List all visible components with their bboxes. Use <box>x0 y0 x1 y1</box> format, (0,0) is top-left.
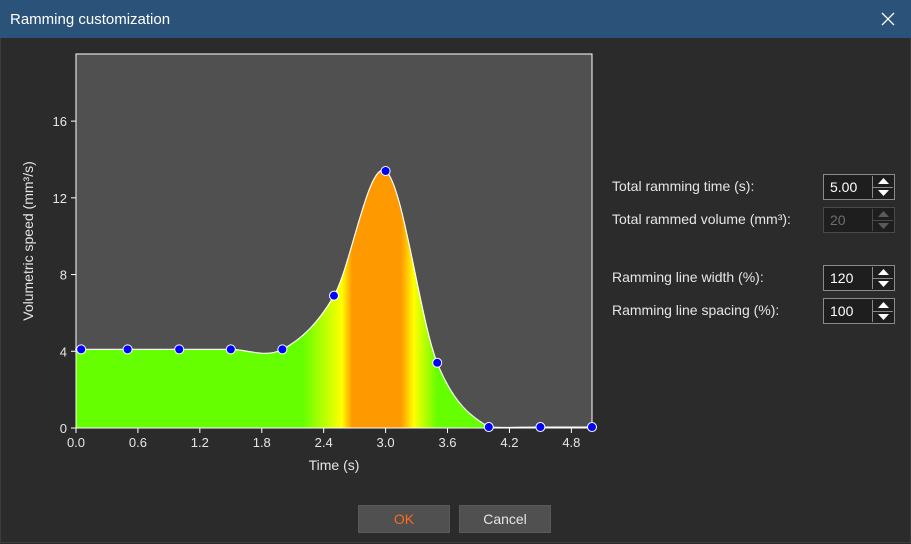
close-button[interactable] <box>865 0 911 38</box>
close-icon <box>881 12 895 26</box>
rammed-volume-increment <box>873 209 893 221</box>
control-point[interactable] <box>432 357 443 368</box>
ramming-time-increment[interactable] <box>873 176 893 188</box>
line-width-label: Ramming line width (%): <box>612 269 764 285</box>
title-bar: Ramming customization <box>0 0 911 38</box>
x-axis-label: Time (s) <box>309 457 360 473</box>
control-point[interactable] <box>277 344 288 355</box>
line-width-value[interactable]: 120 <box>830 270 853 286</box>
x-tick-label: 0.6 <box>129 435 147 450</box>
chevron-up-icon <box>877 178 889 185</box>
cancel-button[interactable]: Cancel <box>459 505 551 533</box>
x-tick-label: 1.2 <box>191 435 209 450</box>
ramming-time-decrement[interactable] <box>873 188 893 199</box>
x-tick-label: 2.4 <box>315 435 333 450</box>
chevron-down-icon <box>877 280 889 287</box>
y-tick-label: 0 <box>60 421 67 436</box>
line-width-spinbox[interactable]: 120 <box>823 265 895 291</box>
chevron-up-icon <box>877 302 889 309</box>
x-tick-label: 0.0 <box>67 435 85 450</box>
chevron-up-icon <box>877 211 889 218</box>
control-point[interactable] <box>122 344 133 355</box>
line-spacing-decrement[interactable] <box>873 312 893 323</box>
line-width-increment[interactable] <box>873 267 893 279</box>
line-spacing-increment[interactable] <box>873 300 893 312</box>
x-tick-label: 4.8 <box>562 435 580 450</box>
x-tick-label: 1.8 <box>253 435 271 450</box>
control-point[interactable] <box>76 344 87 355</box>
ramming-time-label: Total ramming time (s): <box>612 178 755 194</box>
ok-button[interactable]: OK <box>358 505 450 533</box>
control-point[interactable] <box>535 422 546 433</box>
chevron-down-icon <box>877 222 889 229</box>
chevron-down-icon <box>877 189 889 196</box>
chevron-up-icon <box>877 269 889 276</box>
line-spacing-label: Ramming line spacing (%): <box>612 302 780 318</box>
x-tick-label: 4.2 <box>500 435 518 450</box>
line-width-decrement[interactable] <box>873 279 893 290</box>
rammed-volume-label: Total rammed volume (mm³): <box>612 211 791 227</box>
chevron-down-icon <box>877 313 889 320</box>
x-tick-label: 3.0 <box>377 435 395 450</box>
ramming-chart[interactable]: 0.0 0.6 1.2 1.8 2.4 3.0 3.6 4.2 4.8 0 4 8 12 16 Time … <box>0 38 600 498</box>
control-point[interactable] <box>587 422 597 433</box>
rammed-volume-decrement <box>873 221 893 232</box>
y-tick-label: 12 <box>53 191 67 206</box>
control-point[interactable] <box>174 344 185 355</box>
y-tick-label: 8 <box>60 268 67 283</box>
control-point[interactable] <box>329 290 339 301</box>
window-title: Ramming customization <box>10 11 171 28</box>
ramming-time-value[interactable]: 5.00 <box>830 179 857 195</box>
y-axis-label: Volumetric speed (mm³/s) <box>20 161 36 320</box>
y-tick-label: 16 <box>53 114 67 129</box>
control-point[interactable] <box>483 422 494 433</box>
y-tick-label: 4 <box>60 344 67 359</box>
line-spacing-spinbox[interactable]: 100 <box>823 298 895 324</box>
ramming-time-spinbox[interactable]: 5.00 <box>823 174 895 200</box>
rammed-volume-value: 20 <box>830 212 846 228</box>
x-tick-label: 3.6 <box>438 435 456 450</box>
control-point[interactable] <box>225 344 236 355</box>
rammed-volume-spinbox: 20 <box>823 207 895 233</box>
control-point[interactable] <box>380 165 391 176</box>
line-spacing-value[interactable]: 100 <box>830 303 853 319</box>
